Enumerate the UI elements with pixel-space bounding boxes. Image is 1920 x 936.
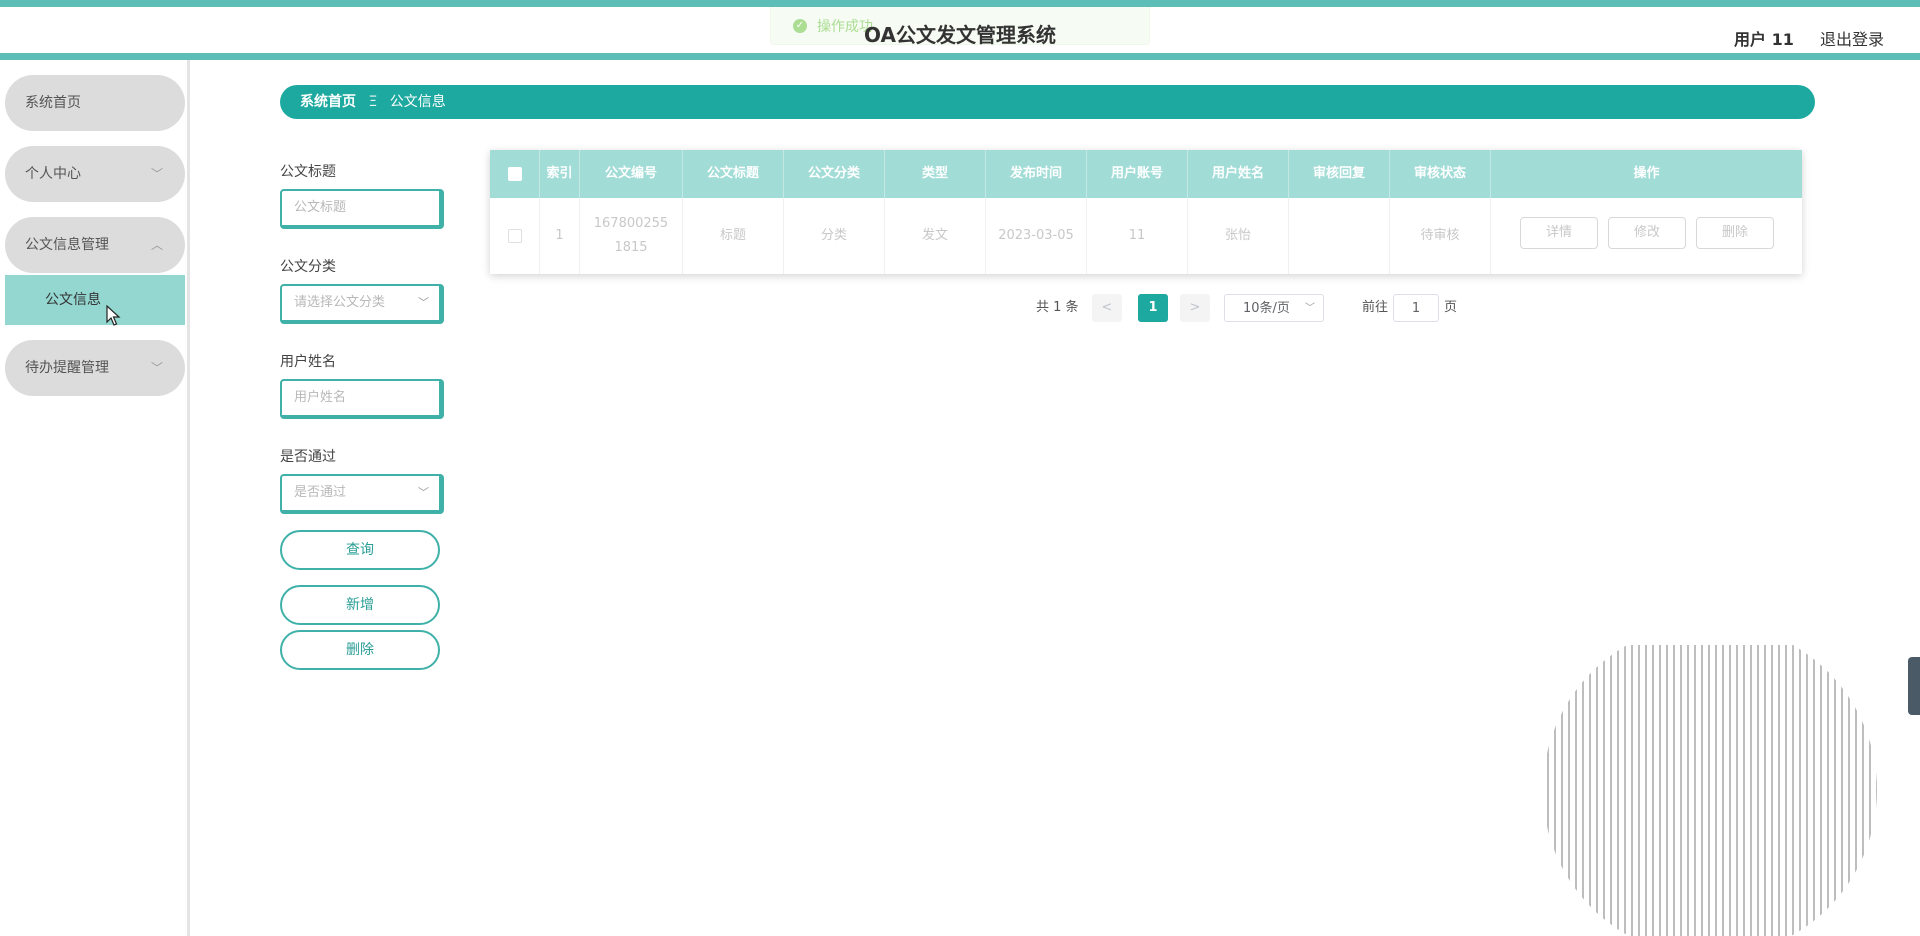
cell-username: 张怡 bbox=[1188, 198, 1289, 274]
category-select-placeholder: 请选择公文分类 bbox=[294, 295, 386, 310]
checkbox-icon bbox=[507, 166, 522, 181]
column-header: 审核状态 bbox=[1390, 150, 1491, 198]
sidebar-subitem-document-info[interactable]: 公文信息 bbox=[5, 275, 185, 325]
mouse-cursor-icon bbox=[106, 305, 121, 326]
current-user: 用户 11 bbox=[1734, 30, 1794, 49]
chevron-down-icon: ﹀ bbox=[418, 296, 429, 309]
next-page-button[interactable]: > bbox=[1180, 294, 1210, 322]
side-panel-handle[interactable] bbox=[1908, 657, 1920, 715]
column-header: 用户账号 bbox=[1087, 150, 1188, 198]
sidebar-item-document-management[interactable]: 公文信息管理 ︿ bbox=[5, 217, 185, 273]
cell-account: 11 bbox=[1087, 198, 1188, 274]
batch-delete-button[interactable]: 删除 bbox=[280, 630, 440, 670]
cell-index: 1 bbox=[540, 198, 580, 274]
sidebar: 系统首页 个人中心 ﹀ 公文信息管理 ︿ 公文信息 待办提醒管理 ﹀ bbox=[0, 60, 190, 936]
page-number-button[interactable]: 1 bbox=[1138, 294, 1168, 322]
page-suffix: 页 bbox=[1444, 300, 1458, 315]
chevron-down-icon: ﹀ bbox=[1305, 303, 1315, 314]
chevron-down-icon: ﹀ bbox=[150, 361, 163, 375]
filter-title-label: 公文标题 bbox=[280, 164, 336, 180]
category-select[interactable]: 请选择公文分类 ﹀ bbox=[280, 284, 444, 324]
table-header: 索引 公文编号 公文标题 公文分类 类型 发布时间 用户账号 用户姓名 审核回复… bbox=[490, 150, 1802, 198]
column-header: 用户姓名 bbox=[1188, 150, 1289, 198]
column-header: 类型 bbox=[885, 150, 986, 198]
checkbox-icon bbox=[507, 229, 522, 243]
edit-button[interactable]: 修改 bbox=[1608, 217, 1686, 249]
cell-type: 发文 bbox=[885, 198, 986, 274]
username-search-input[interactable]: 用户姓名 bbox=[280, 379, 444, 419]
decorative-striped-circle bbox=[1543, 645, 1877, 936]
cell-date: 2023-03-05 bbox=[986, 198, 1087, 274]
column-header: 审核回复 bbox=[1289, 150, 1390, 198]
cell-category: 分类 bbox=[784, 198, 885, 274]
chevron-down-icon: ﹀ bbox=[418, 486, 429, 499]
breadcrumb-separator-icon: Ξ bbox=[368, 94, 378, 110]
header-select-all[interactable] bbox=[490, 150, 540, 198]
detail-button[interactable]: 详情 bbox=[1520, 217, 1598, 249]
page-size-value: 10条/页 bbox=[1243, 301, 1290, 316]
top-header: ✓ 操作成功 OA公文发文管理系统 用户 11 退出登录 bbox=[0, 0, 1920, 60]
cell-title: 标题 bbox=[683, 198, 784, 274]
sidebar-item-label: 待办提醒管理 bbox=[25, 360, 109, 376]
sidebar-subitem-label: 公文信息 bbox=[45, 292, 101, 308]
sidebar-item-todo-management[interactable]: 待办提醒管理 ﹀ bbox=[5, 340, 185, 396]
title-search-input[interactable]: 公文标题 bbox=[280, 189, 444, 229]
delete-row-button[interactable]: 删除 bbox=[1696, 217, 1774, 249]
column-header: 公文分类 bbox=[784, 150, 885, 198]
pagination-total: 共 1 条 bbox=[1036, 300, 1079, 315]
row-checkbox[interactable] bbox=[490, 198, 540, 274]
column-header: 公文编号 bbox=[580, 150, 683, 198]
column-header: 公文标题 bbox=[683, 150, 784, 198]
breadcrumb: 系统首页 Ξ 公文信息 bbox=[280, 85, 1815, 119]
cell-reply bbox=[1289, 198, 1390, 274]
sidebar-item-personal-center[interactable]: 个人中心 ﹀ bbox=[5, 146, 185, 202]
sidebar-item-label: 系统首页 bbox=[25, 95, 81, 111]
add-button[interactable]: 新增 bbox=[280, 585, 440, 625]
pass-select-placeholder: 是否通过 bbox=[294, 485, 347, 500]
query-button[interactable]: 查询 bbox=[280, 530, 440, 570]
cell-doc-no: 167800255 1815 bbox=[580, 198, 683, 274]
filter-pass-label: 是否通过 bbox=[280, 449, 336, 465]
goto-page-input[interactable]: 1 bbox=[1393, 294, 1439, 322]
prev-page-button[interactable]: < bbox=[1092, 294, 1122, 322]
chevron-up-icon: ︿ bbox=[150, 238, 163, 252]
column-header: 索引 bbox=[540, 150, 580, 198]
column-header: 操作 bbox=[1633, 166, 1660, 181]
doc-no-line: 167800255 bbox=[593, 216, 669, 231]
filter-username-label: 用户姓名 bbox=[280, 354, 336, 370]
doc-no-line: 1815 bbox=[614, 240, 648, 255]
goto-label: 前往 bbox=[1362, 300, 1389, 315]
logout-link[interactable]: 退出登录 bbox=[1820, 26, 1884, 50]
breadcrumb-home[interactable]: 系统首页 bbox=[300, 94, 356, 110]
breadcrumb-current: 公文信息 bbox=[389, 94, 446, 110]
document-table: 索引 公文编号 公文标题 公文分类 类型 发布时间 用户账号 用户姓名 审核回复… bbox=[490, 150, 1802, 274]
sidebar-item-home[interactable]: 系统首页 bbox=[5, 75, 185, 131]
sidebar-item-label: 个人中心 bbox=[25, 166, 81, 182]
pass-select[interactable]: 是否通过 ﹀ bbox=[280, 474, 444, 514]
cell-status: 待审核 bbox=[1390, 198, 1491, 274]
chevron-down-icon: ﹀ bbox=[150, 167, 163, 181]
page-title: OA公文发文管理系统 bbox=[864, 23, 1056, 47]
page-size-select[interactable]: 10条/页 ﹀ bbox=[1224, 294, 1324, 322]
column-header: 发布时间 bbox=[986, 150, 1087, 198]
sidebar-item-label: 公文信息管理 bbox=[25, 237, 109, 253]
filter-category-label: 公文分类 bbox=[280, 259, 336, 275]
